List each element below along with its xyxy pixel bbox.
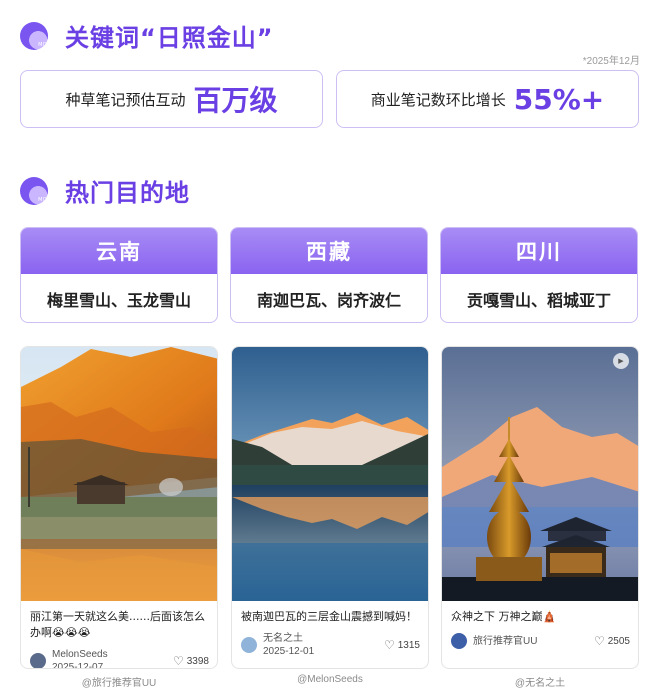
- stat-label: 商业笔记数环比增长: [370, 90, 506, 109]
- post-card-gongga[interactable]: ▶ 众神之下 万神之巅🛕 旅行推荐官UU ♡ 2505: [441, 346, 639, 669]
- like-count: 1315: [397, 639, 420, 651]
- photo-credit: @MelonSeeds: [297, 674, 363, 685]
- section-icon-tag: MOT: [38, 196, 50, 203]
- stat-value: 百万级: [193, 84, 278, 117]
- section-bubble-icon: MOT: [20, 176, 50, 205]
- section-bubble-icon: MOT: [20, 21, 50, 50]
- post-title: 被南迦巴瓦的三层金山震撼到喊妈！: [241, 610, 417, 623]
- author-info: 旅行推荐官UU: [473, 635, 537, 648]
- destination-card-sichuan[interactable]: 四川 贡嘎雪山、稻城亚丁: [440, 227, 638, 323]
- post-title: 丽江第一天就这么美......后面该怎么办啊😭😭😭: [30, 610, 205, 639]
- like-button[interactable]: ♡ 1315: [384, 638, 420, 652]
- post-card-namcha-barwa[interactable]: 被南迦巴瓦的三层金山震撼到喊妈！ 无名之土 2025-12-01 ♡ 1315: [231, 346, 429, 669]
- author-name[interactable]: 无名之土: [263, 632, 314, 645]
- heart-icon: ♡: [593, 634, 605, 648]
- post-title: 众神之下 万神之巅🛕: [451, 610, 557, 623]
- stat-value: 55%+: [513, 82, 605, 116]
- post-date: 2025-12-01: [263, 646, 315, 657]
- play-icon[interactable]: ▶: [613, 353, 629, 369]
- avatar[interactable]: [241, 637, 257, 653]
- destination-spots: 贡嘎雪山、稻城亚丁: [466, 291, 611, 310]
- photo-credit: @旅行推荐官UU: [81, 678, 157, 689]
- hot-destinations-title: 热门目的地: [65, 179, 190, 207]
- like-button[interactable]: ♡ 3398: [173, 654, 209, 668]
- post-meta: 旅行推荐官UU ♡ 2505: [451, 633, 630, 649]
- post-meta: MelonSeeds 2025-12-07 ♡ 3398: [30, 648, 209, 669]
- destination-card-yunnan[interactable]: 云南 梅里雪山、玉龙雪山: [20, 227, 218, 323]
- date-note: *2025年12月: [582, 56, 640, 67]
- post-date: 2025-12-07: [52, 662, 104, 669]
- destination-name: 西藏: [231, 228, 427, 274]
- post-photo-golden-temple-peak: [442, 347, 638, 601]
- like-count: 2505: [607, 635, 630, 647]
- post-meta: 无名之土 2025-12-01 ♡ 1315: [241, 632, 420, 658]
- destination-card-tibet[interactable]: 西藏 南迦巴瓦、岗齐波仁: [230, 227, 428, 323]
- like-button[interactable]: ♡ 2505: [594, 634, 630, 648]
- stat-card-interactions: 种草笔记预估互动 百万级: [20, 70, 323, 128]
- destination-name: 四川: [441, 228, 637, 274]
- author-name[interactable]: 旅行推荐官UU: [473, 635, 537, 648]
- post-photo-golden-mountain-lake: [21, 347, 217, 601]
- stat-label: 种草笔记预估互动: [65, 90, 186, 109]
- avatar[interactable]: [30, 653, 46, 668]
- section-icon-tag: MOT: [38, 41, 50, 48]
- heart-icon: ♡: [383, 638, 395, 652]
- stat-card-growth: 商业笔记数环比增长 55%+: [336, 70, 639, 128]
- photo-credit: @无名之土: [514, 678, 566, 689]
- author-name[interactable]: MelonSeeds: [52, 648, 108, 661]
- keyword-section-title: 关键词“日照金山”: [65, 24, 274, 52]
- destination-spots: 南迦巴瓦、岗齐波仁: [256, 291, 401, 310]
- destination-name: 云南: [21, 228, 217, 274]
- author-info: 无名之土 2025-12-01: [263, 632, 314, 658]
- heart-icon: ♡: [172, 654, 184, 668]
- keyword-section-header: MOT 关键词“日照金山”: [20, 18, 274, 53]
- destination-spots: 梅里雪山、玉龙雪山: [46, 291, 191, 310]
- post-photo-snow-peak-reflection: [232, 347, 428, 601]
- author-info: MelonSeeds 2025-12-07: [52, 648, 108, 669]
- like-count: 3398: [186, 655, 209, 667]
- avatar[interactable]: [451, 633, 467, 649]
- hot-destinations-header: MOT 热门目的地: [20, 173, 190, 208]
- post-card-lijiang[interactable]: 丽江第一天就这么美......后面该怎么办啊😭😭😭 MelonSeeds 202…: [20, 346, 218, 669]
